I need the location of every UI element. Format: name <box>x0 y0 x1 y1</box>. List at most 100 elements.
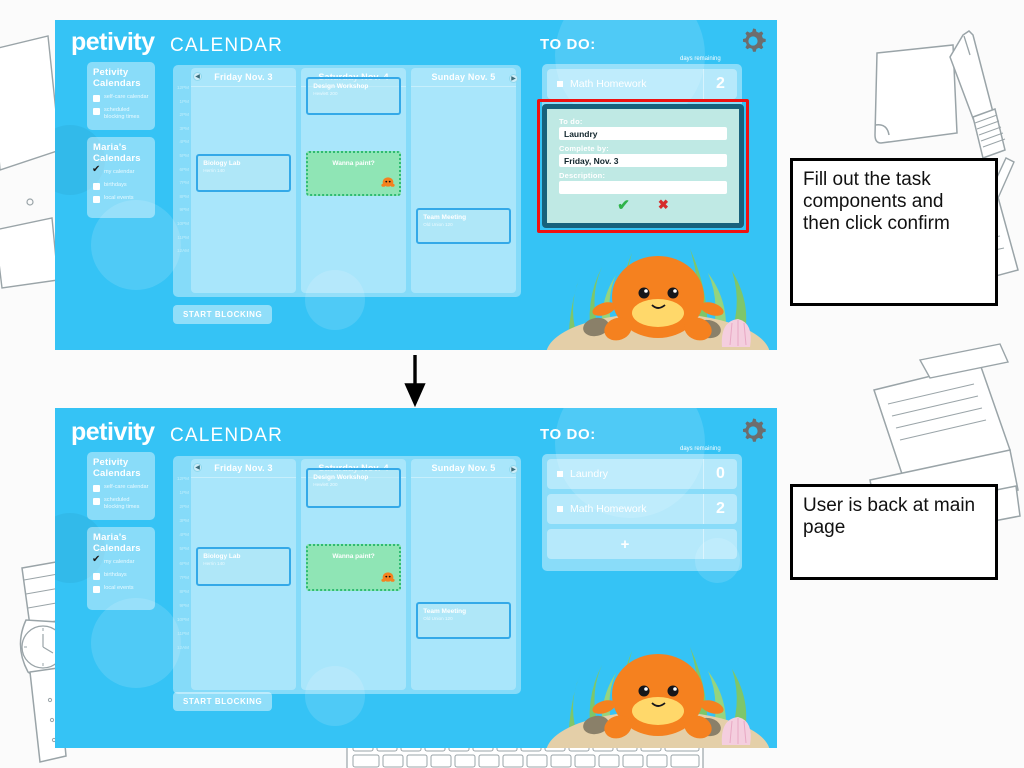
todo-days-count: 2 <box>703 494 737 524</box>
sidebar-item-my-calendar[interactable]: my calendar <box>92 555 149 567</box>
confirm-button[interactable]: ✔ <box>617 198 630 213</box>
checkbox-icon[interactable] <box>557 506 563 512</box>
sidebar-item-self-care-calendar[interactable]: self-care calendar <box>93 94 149 102</box>
event-location: Herrin 140 <box>203 167 225 173</box>
time-label: 8PM <box>179 193 189 199</box>
event-title: Design Workshop <box>313 474 369 482</box>
sidebar-item-birthdays[interactable]: birthdays <box>93 182 149 191</box>
event-title: Biology Lab <box>203 159 241 167</box>
checkbox-icon[interactable] <box>93 183 100 191</box>
add-task-button[interactable]: + <box>547 536 703 553</box>
description-input[interactable] <box>559 181 727 194</box>
sidebar-item-label: scheduled blocking times <box>104 497 140 510</box>
calendar-suggestion-wanna-paint[interactable]: Wanna paint? <box>306 151 401 197</box>
time-label: 2PM <box>179 504 189 510</box>
gear-icon[interactable] <box>738 416 768 451</box>
day-column-saturday: Saturday Nov. 4 Design Workshop Hewlett … <box>301 68 406 293</box>
day-column-friday: Friday Nov. 3 Biology Lab Herrin 140 <box>191 459 296 690</box>
gear-icon[interactable] <box>738 26 768 61</box>
todo-add-row[interactable]: + <box>547 529 737 559</box>
suggestion-title: Wanna paint? <box>332 553 375 561</box>
checkbox-icon[interactable] <box>93 95 100 102</box>
prev-week-button[interactable]: ◀ <box>193 72 202 81</box>
sidebar-group-title: Petivity Calendars <box>93 457 141 479</box>
time-label: 9PM <box>179 602 189 608</box>
sidebar-item-scheduled-blocking-times[interactable]: scheduled blocking times <box>93 107 149 120</box>
checkbox-icon[interactable] <box>557 81 563 87</box>
prev-week-button[interactable]: ◀ <box>193 463 202 472</box>
day-columns: Friday Nov. 3 Biology Lab Herrin 140 Sat… <box>191 456 521 694</box>
event-title: Biology Lab <box>203 552 241 560</box>
todo-field-label: To do: <box>559 117 583 126</box>
checkbox-icon[interactable] <box>93 573 100 581</box>
calendar-panel: 12PM 1PM 2PM 3PM 4PM 5PM 6PM 7PM 8PM 9PM… <box>173 456 521 694</box>
todo-input[interactable]: Laundry <box>559 127 727 140</box>
sidebar-item-local-events[interactable]: local events <box>93 585 149 594</box>
time-label: 7PM <box>179 180 189 186</box>
annotation-step-1: Fill out the task components and then cl… <box>790 158 998 306</box>
checkbox-icon[interactable] <box>93 485 100 492</box>
next-week-button[interactable]: ▶ <box>509 74 518 83</box>
checkbox-icon[interactable] <box>93 108 100 115</box>
sidebar-item-scheduled-blocking-times[interactable]: scheduled blocking times <box>93 497 149 510</box>
time-label: 11PM <box>177 631 189 637</box>
sidebar-item-local-events[interactable]: local events <box>93 195 149 204</box>
calendar-sidebar: Petivity Calendars self-care calendar sc… <box>87 62 155 225</box>
calendar-event-biology-lab[interactable]: Biology Lab Herrin 140 <box>196 153 291 192</box>
sidebar-item-birthdays[interactable]: birthdays <box>93 572 149 581</box>
checkbox-icon[interactable] <box>557 471 563 477</box>
day-column-sunday: Sunday Nov. 5 Team Meeting Old Union 120 <box>411 68 516 293</box>
todo-row[interactable]: Laundry 0 <box>547 459 737 489</box>
start-blocking-button[interactable]: START BLOCKING <box>173 305 273 324</box>
event-title: Team Meeting <box>423 213 467 221</box>
todo-item-label: Math Homework <box>570 503 647 515</box>
sidebar-item-self-care-calendar[interactable]: self-care calendar <box>93 484 149 492</box>
calendar-event-team-meeting[interactable]: Team Meeting Old Union 120 <box>416 602 511 640</box>
flow-arrow-icon <box>398 355 434 412</box>
checkbox-icon[interactable] <box>93 196 100 204</box>
todo-item[interactable]: Math Homework <box>547 503 703 515</box>
checkbox-icon[interactable] <box>93 586 100 594</box>
time-label: 5PM <box>179 152 189 158</box>
checkbox-checked-icon[interactable] <box>92 555 100 567</box>
time-axis: 12PM 1PM 2PM 3PM 4PM 5PM 6PM 7PM 8PM 9PM… <box>173 65 191 297</box>
time-label: 12AM <box>176 248 189 254</box>
day-header: Friday Nov. 3 <box>191 459 296 478</box>
event-location: Hewlett 200 <box>313 91 338 96</box>
time-label: 6PM <box>179 166 189 172</box>
time-label: 12PM <box>176 85 189 90</box>
complete-by-field-label: Complete by: <box>559 144 609 153</box>
event-title: Design Workshop <box>313 83 369 90</box>
checkbox-checked-icon[interactable] <box>92 165 100 177</box>
complete-by-input[interactable]: Friday, Nov. 3 <box>559 154 727 167</box>
next-week-button[interactable]: ▶ <box>509 465 518 474</box>
day-header: Friday Nov. 3 <box>191 68 296 87</box>
sidebar-item-my-calendar[interactable]: my calendar <box>92 165 149 177</box>
sidebar-group-petivity: Petivity Calendars self-care calendar sc… <box>87 62 155 131</box>
calendar-event-design-workshop[interactable]: Design Workshop Hewlett 200 <box>306 77 401 116</box>
todo-row[interactable]: Math Homework 2 <box>547 494 737 524</box>
day-header: Sunday Nov. 5 <box>411 459 516 478</box>
time-label: 3PM <box>179 125 189 131</box>
start-blocking-button[interactable]: START BLOCKING <box>173 692 273 711</box>
todo-item[interactable]: Laundry <box>547 468 703 480</box>
time-label: 4PM <box>179 532 189 538</box>
cancel-button[interactable]: ✖ <box>658 198 669 213</box>
plus-icon[interactable]: + <box>547 536 703 553</box>
calendar-sidebar: Petivity Calendars self-care calendar sc… <box>87 452 155 617</box>
time-label: 5PM <box>179 546 189 552</box>
section-title: CALENDAR <box>170 425 284 446</box>
calendar-event-biology-lab[interactable]: Biology Lab Herrin 140 <box>196 546 291 587</box>
time-label: 10PM <box>176 616 189 622</box>
calendar-event-design-workshop[interactable]: Design Workshop Hewlett 200 <box>306 468 401 508</box>
calendar-event-team-meeting[interactable]: Team Meeting Old Union 120 <box>416 207 511 244</box>
time-axis: 12PM 1PM 2PM 3PM 4PM 5PM 6PM 7PM 8PM 9PM… <box>173 456 191 694</box>
todo-item[interactable]: Math Homework <box>547 78 703 90</box>
app-brand: petivity <box>71 418 155 446</box>
todo-item-label: Math Homework <box>570 78 647 90</box>
time-label: 6PM <box>179 560 189 566</box>
calendar-suggestion-wanna-paint[interactable]: Wanna paint? <box>306 544 401 591</box>
todo-row[interactable]: Math Homework 2 <box>547 69 737 99</box>
checkbox-icon[interactable] <box>93 498 100 505</box>
sidebar-group-marias: Maria's Calendars my calendar birthdays … <box>87 137 155 219</box>
